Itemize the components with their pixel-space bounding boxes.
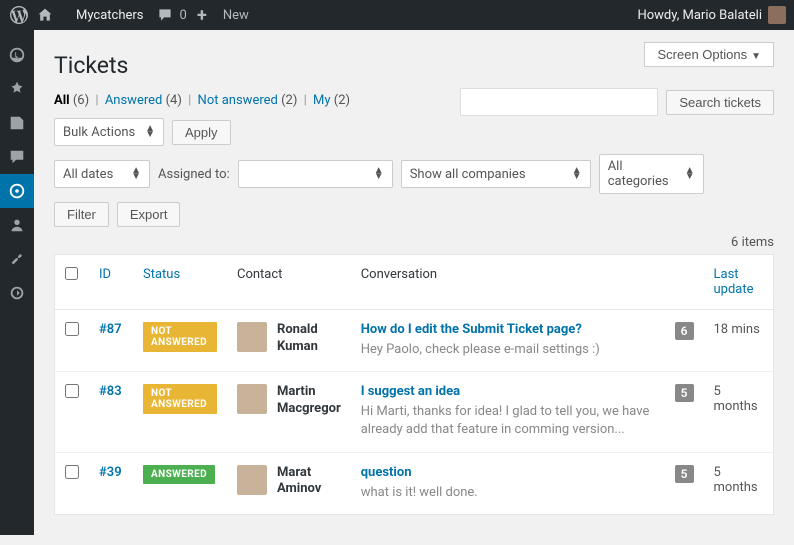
filter-answered[interactable]: Answered	[105, 93, 163, 108]
sidebar-tickets-icon[interactable]	[0, 174, 34, 208]
sidebar-pin-icon[interactable]	[0, 72, 34, 106]
sidebar-settings-icon[interactable]	[0, 276, 34, 310]
home-icon[interactable]	[34, 4, 56, 26]
companies-select[interactable]: Show all companies▲▼	[401, 160, 591, 188]
last-update: 5 months	[704, 372, 774, 452]
admin-sidebar	[0, 30, 34, 535]
filter-not-answered[interactable]: Not answered	[198, 93, 278, 108]
screen-options-button[interactable]: Screen Options▼	[644, 42, 774, 67]
plus-icon[interactable]: +	[191, 4, 213, 26]
search-input[interactable]	[460, 88, 658, 116]
contact-avatar	[237, 384, 267, 414]
sidebar-media-icon[interactable]	[0, 106, 34, 140]
search-tickets-button[interactable]: Search tickets	[666, 90, 774, 115]
sidebar-dashboard-icon[interactable]	[0, 38, 34, 72]
wordpress-icon[interactable]	[8, 4, 30, 26]
bulk-actions-select[interactable]: Bulk Actions▲▼	[54, 118, 164, 146]
contact-name: Marat Aminov	[277, 465, 341, 499]
row-checkbox[interactable]	[65, 384, 79, 398]
assigned-to-label: Assigned to:	[158, 167, 230, 182]
col-contact: Contact	[227, 255, 351, 310]
dates-select[interactable]: All dates▲▼	[54, 160, 150, 188]
filter-button[interactable]: Filter	[54, 202, 109, 227]
caret-down-icon: ▼	[751, 51, 761, 62]
conversation-snippet: Hi Marti, thanks for idea! I glad to tel…	[361, 403, 655, 439]
row-checkbox[interactable]	[65, 322, 79, 336]
assigned-to-select[interactable]: ▲▼	[238, 160, 393, 188]
sidebar-users-icon[interactable]	[0, 208, 34, 242]
howdy-text[interactable]: Howdy, Mario Balateli	[637, 8, 762, 23]
export-button[interactable]: Export	[117, 202, 181, 227]
col-status[interactable]: Status	[133, 255, 227, 310]
ticket-id-link[interactable]: #87	[99, 322, 122, 337]
site-name-link[interactable]: Mycatchers	[70, 8, 150, 23]
ticket-id-link[interactable]: #39	[99, 465, 122, 480]
contact-name: Ronald Kuman	[277, 322, 341, 356]
sidebar-comments-icon[interactable]	[0, 140, 34, 174]
apply-button[interactable]: Apply	[172, 120, 231, 145]
last-update: 18 mins	[704, 310, 774, 372]
ticket-row: #87 NOT ANSWERED Ronald Kuman How do I edit…	[55, 310, 774, 372]
conversation-title-link[interactable]: question	[361, 465, 412, 480]
sidebar-tools-icon[interactable]	[0, 242, 34, 276]
user-avatar[interactable]	[768, 6, 786, 24]
reply-count-badge: 6	[675, 322, 694, 340]
conversation-snippet: what is it! well done.	[361, 484, 655, 502]
ticket-row: #83 NOT ANSWERED Martin Macgregor I suggest…	[55, 372, 774, 452]
row-checkbox[interactable]	[65, 465, 79, 479]
tickets-table: ID Status Contact Conversation Last upda…	[54, 254, 774, 515]
admin-bar: Mycatchers 0 + New Howdy, Mario Balateli	[0, 0, 794, 30]
contact-avatar	[237, 465, 267, 495]
status-badge: NOT ANSWERED	[143, 322, 217, 352]
col-conversation: Conversation	[351, 255, 665, 310]
new-link[interactable]: New	[217, 8, 255, 23]
reply-count-badge: 5	[675, 465, 694, 483]
items-count: 6 items	[54, 235, 774, 250]
status-badge: NOT ANSWERED	[143, 384, 217, 414]
categories-select[interactable]: All categories▲▼	[599, 154, 704, 194]
contact-avatar	[237, 322, 267, 352]
comments-icon[interactable]	[154, 4, 176, 26]
ticket-id-link[interactable]: #83	[99, 384, 122, 399]
ticket-row: #39 ANSWERED Marat Aminov question what is i…	[55, 452, 774, 514]
filter-my[interactable]: My	[313, 93, 331, 108]
select-all-checkbox[interactable]	[65, 267, 78, 280]
last-update: 5 months	[704, 452, 774, 514]
main-content: Screen Options▼ Tickets All (6) | Answer…	[34, 30, 794, 545]
col-id[interactable]: ID	[89, 255, 133, 310]
conversation-title-link[interactable]: How do I edit the Submit Ticket page?	[361, 322, 582, 337]
filter-all[interactable]: All	[54, 93, 70, 108]
reply-count-badge: 5	[675, 384, 694, 402]
status-badge: ANSWERED	[143, 465, 215, 484]
comments-count: 0	[180, 8, 187, 23]
conversation-snippet: Hey Paolo, check please e-mail settings …	[361, 341, 655, 359]
contact-name: Martin Macgregor	[277, 384, 341, 418]
conversation-title-link[interactable]: I suggest an idea	[361, 384, 460, 399]
col-last-update[interactable]: Last update	[704, 255, 774, 310]
